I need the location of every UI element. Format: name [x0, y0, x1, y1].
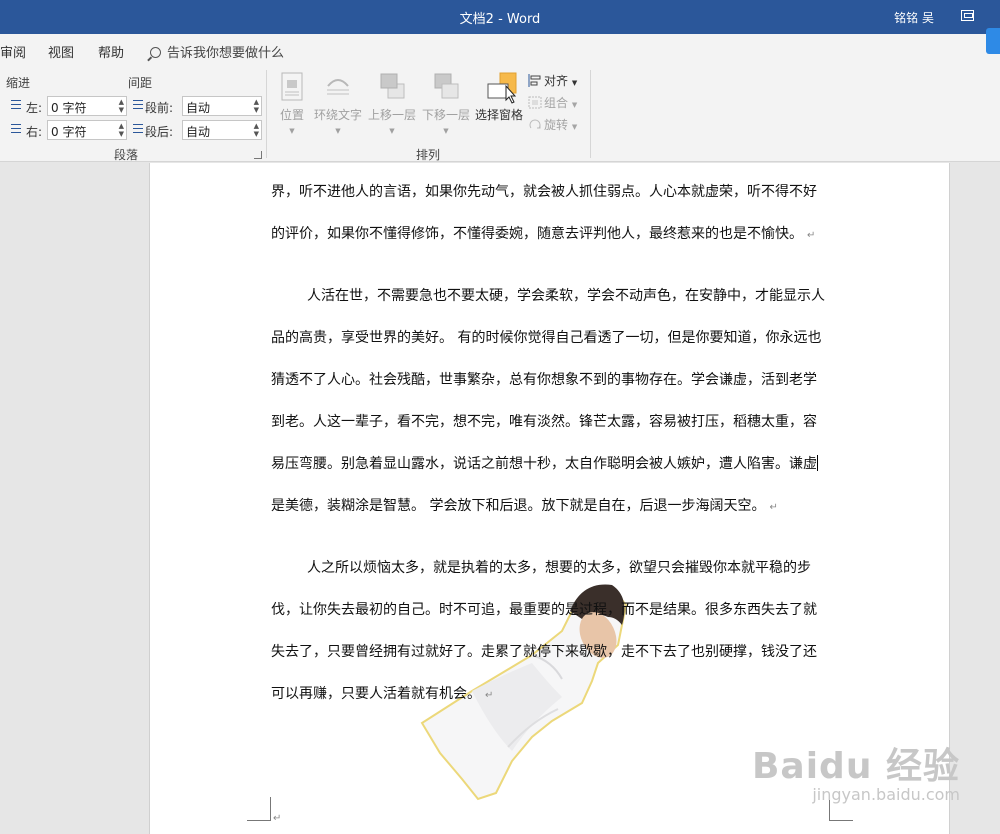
- position-icon: [278, 72, 306, 102]
- selection-pane-icon: [485, 72, 517, 104]
- wrap-text-button[interactable]: 环绕文字 ▼: [312, 72, 364, 135]
- paragraph-2[interactable]: 人活在世，不需要急也不要太硬，学会柔软，学会不动声色，在安静中，才能显示人 品的…: [271, 275, 833, 527]
- text-line: 人之所以烦恼太多，就是执着的太多，想要的太多，欲望只会摧毁你本就平稳的步: [307, 560, 811, 576]
- paragraph-mark-icon: ↵: [769, 502, 778, 513]
- text-cursor: [817, 455, 818, 471]
- bring-forward-icon: [378, 72, 406, 102]
- group-button[interactable]: 组合 ▼: [528, 94, 577, 114]
- paragraph-group-label: 段落: [114, 148, 139, 162]
- text-line: 的评价，如果你不懂得修饰，不懂得委婉，随意去评判他人，最终惹来的也是不愉快。 ↵: [271, 226, 816, 242]
- arrange-group-label: 排列: [416, 148, 441, 162]
- paragraph-3[interactable]: 人之所以烦恼太多，就是执着的太多，想要的太多，欲望只会摧毁你本就平稳的步 伐，让…: [271, 547, 833, 715]
- text-line: 品的高贵，享受世界的美好。 有的时候你觉得自己看透了一切，但是你要知道，你永远也: [271, 330, 822, 346]
- text-line: 易压弯腰。别急着显山露水，说话之前想十秒，太自作聪明会被人嫉妒，遭人陷害。谦虚: [271, 455, 818, 472]
- paragraph-mark-icon: ↵: [485, 690, 494, 701]
- ribbon: 缩进 间距 左: 0 字符 ▲ ▼ 右: 0 字符 ▲ ▼ 段前: 自动 ▲ ▼ 段后: 自…: [0, 66, 1000, 162]
- bring-forward-button[interactable]: 上移一层 ▼: [366, 72, 418, 135]
- send-backward-button[interactable]: 下移一层 ▼: [420, 72, 472, 135]
- ribbon-tabs: 审阅 视图 帮助 告诉我你想要做什么: [0, 34, 1000, 66]
- paragraph-dialog-launcher-icon[interactable]: [254, 151, 262, 159]
- spacing-before-input[interactable]: 自动 ▲ ▼: [182, 96, 262, 116]
- spacing-before-icon: [130, 99, 144, 112]
- rotate-button[interactable]: 旋转 ▼: [528, 116, 577, 136]
- text-line: 是美德，装糊涂是智慧。 学会放下和后退。放下就是自在，后退一步海阔天空。 ↵: [271, 498, 778, 514]
- wrap-text-icon: [324, 72, 352, 102]
- user-name[interactable]: 铭铭 吴: [894, 9, 934, 26]
- spacing-before-label: 段前:: [145, 101, 174, 115]
- baidu-watermark: Baidu 经验 jingyan.baidu.com: [752, 737, 960, 804]
- tab-review[interactable]: 审阅: [0, 42, 26, 61]
- title-bar: 文档2 - Word 铭铭 吴: [0, 0, 1000, 34]
- document-page[interactable]: 界，听不进他人的言语，如果你先动气，就会被人抓住弱点。人心本就虚荣，听不得不好 …: [149, 163, 950, 834]
- margin-corner-mark: [247, 797, 271, 821]
- spacing-after-icon: [130, 123, 144, 136]
- indent-right-input[interactable]: 0 字符 ▲ ▼: [47, 120, 127, 140]
- indent-label: 缩进: [6, 76, 31, 90]
- indent-right-icon: [8, 123, 22, 136]
- paragraph-mark-icon: ↵: [807, 230, 816, 241]
- text-line: 可以再赚，只要人活着就有机会。 ↵: [271, 686, 494, 702]
- paragraph-1[interactable]: 界，听不进他人的言语，如果你先动气，就会被人抓住弱点。人心本就虚荣，听不得不好 …: [271, 171, 833, 255]
- text-line: 界，听不进他人的言语，如果你先动气，就会被人抓住弱点。人心本就虚荣，听不得不好: [271, 184, 817, 200]
- paragraph-mark-icon: ↵: [273, 813, 282, 824]
- indent-right-label: 右:: [26, 125, 43, 139]
- selection-pane-button[interactable]: 选择窗格: [472, 72, 526, 123]
- spacing-label: 间距: [128, 76, 153, 90]
- text-line: 失去了，只要曾经拥有过就好了。走累了就停下来歇歇，走不下去了也别硬撑，钱没了还: [271, 644, 817, 660]
- text-line: 伐，让你失去最初的自己。时不可追，最重要的是过程，而不是结果。很多东西失去了就: [271, 602, 817, 618]
- tab-help[interactable]: 帮助: [98, 42, 124, 61]
- align-icon: [528, 74, 542, 87]
- indent-left-label: 左:: [26, 101, 43, 115]
- ribbon-display-options-icon[interactable]: [961, 10, 974, 21]
- rotate-icon: [528, 118, 542, 131]
- indent-left-icon: [8, 99, 22, 112]
- text-line: 人活在世，不需要急也不要太硬，学会柔软，学会不动声色，在安静中，才能显示人: [307, 288, 825, 304]
- tell-me-text: 告诉我你想要做什么: [167, 46, 285, 61]
- group-icon: [528, 96, 542, 109]
- align-button[interactable]: 对齐 ▼: [528, 72, 577, 92]
- spacing-after-label: 段后:: [145, 125, 174, 139]
- watermark-brand: Baidu 经验: [751, 746, 960, 787]
- text-line: 到老。人这一辈子，看不完，想不完，唯有淡然。锋芒太露，容易被打压，稻穗太重，容: [271, 414, 817, 430]
- text-line: 猜透不了人心。社会残酷，世事繁杂，总有你想象不到的事物存在。学会谦虚，活到老学: [271, 372, 817, 388]
- indent-left-input[interactable]: 0 字符 ▲ ▼: [47, 96, 127, 116]
- share-icon[interactable]: [986, 28, 1000, 54]
- search-icon: [150, 47, 161, 58]
- document-area[interactable]: 界，听不进他人的言语，如果你先动气，就会被人抓住弱点。人心本就虚荣，听不得不好 …: [0, 163, 1000, 834]
- window-title: 文档2 - Word: [459, 12, 541, 27]
- tab-view[interactable]: 视图: [48, 42, 74, 61]
- tell-me-search[interactable]: 告诉我你想要做什么: [150, 42, 284, 61]
- send-backward-icon: [432, 72, 460, 102]
- position-button[interactable]: 位置 ▼: [276, 72, 308, 135]
- spacing-after-input[interactable]: 自动 ▲ ▼: [182, 120, 262, 140]
